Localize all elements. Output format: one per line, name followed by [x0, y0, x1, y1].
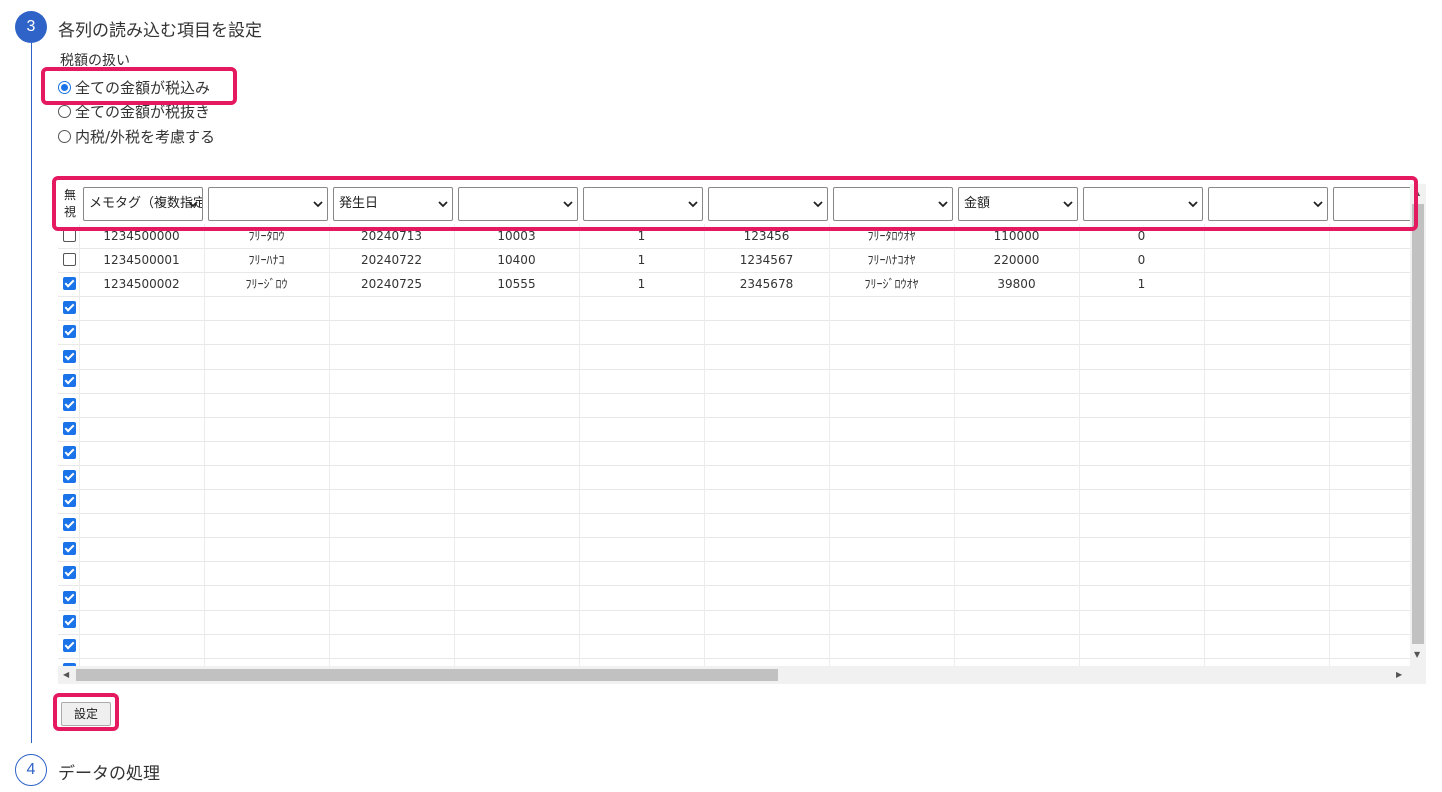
table-cell: 39800: [997, 277, 1036, 291]
horizontal-scrollbar[interactable]: ◀ ▶: [58, 666, 1426, 684]
column-divider: [579, 224, 580, 666]
scroll-right-arrow-icon[interactable]: ▶: [1396, 670, 1402, 679]
table-cell: 10400: [497, 253, 536, 267]
table-row: [58, 489, 1410, 514]
ignore-checkbox[interactable]: [63, 446, 76, 459]
radio-consider-tax-type[interactable]: 内税/外税を考慮する: [58, 126, 215, 147]
table-cell: ﾌﾘｰｼﾞﾛｳｵﾔ: [864, 277, 919, 291]
table-cell: 0: [1137, 253, 1146, 267]
table-row: [58, 393, 1410, 418]
step-3-title: 各列の読み込む項目を設定: [58, 21, 262, 41]
table-row: [58, 586, 1410, 611]
ignore-checkbox[interactable]: [63, 422, 76, 435]
scroll-left-arrow-icon[interactable]: ◀: [63, 670, 69, 679]
table-cell: 1234500002: [103, 277, 180, 291]
table-row: [58, 417, 1410, 442]
table-cell: 1234500001: [103, 253, 180, 267]
horizontal-scroll-thumb[interactable]: [76, 669, 778, 681]
table-row: 1234500001 ﾌﾘｰﾊﾅｺ 20240722 10400 1 1234567 ﾌﾘｰ…: [58, 248, 1410, 273]
column-divider: [1329, 224, 1330, 666]
grid-body: 1234500000 ﾌﾘｰﾀﾛｳ 20240713 10003 1 123456 ﾌﾘｰﾀ…: [58, 224, 1410, 666]
column-divider: [204, 224, 205, 666]
table-cell: 1: [637, 253, 646, 267]
table-row: [58, 296, 1410, 321]
column-mapping-grid: 無 視 メモタグ（複数指定可）発生日金額 1234500000ﾌﾘｰﾀﾛｳ202…: [58, 184, 1426, 684]
vertical-scroll-thumb[interactable]: [1412, 204, 1424, 644]
ignore-checkbox[interactable]: [63, 470, 76, 483]
column-divider: [954, 224, 955, 666]
ignore-checkbox[interactable]: [63, 253, 76, 266]
column-divider: [454, 224, 455, 666]
radio-label: 内税/外税を考慮する: [75, 128, 216, 146]
table-row: 1234500002 ﾌﾘｰｼﾞﾛｳ 20240725 10555 1 2345678 ﾌﾘ…: [58, 272, 1410, 297]
step-4-circle: 4: [15, 754, 47, 786]
table-row: [58, 441, 1410, 466]
table-row: [58, 561, 1410, 586]
table-row: [58, 465, 1410, 490]
table-row: [58, 513, 1410, 538]
column-divider: [704, 224, 705, 666]
ignore-checkbox[interactable]: [63, 566, 76, 579]
table-cell: 1: [1137, 277, 1146, 291]
radio-button-icon[interactable]: [58, 105, 71, 118]
column-divider: [329, 224, 330, 666]
table-cell: 220000: [993, 253, 1040, 267]
table-cell: 1: [637, 277, 646, 291]
ignore-checkbox[interactable]: [63, 542, 76, 555]
table-cell: 1234567: [739, 253, 794, 267]
table-cell: 10555: [497, 277, 536, 291]
set-button[interactable]: 設定: [61, 702, 111, 726]
step-connector-line: [31, 43, 32, 743]
ignore-checkbox[interactable]: [63, 277, 76, 290]
step-3-circle: 3: [15, 11, 47, 43]
table-cell: 20240722: [360, 253, 423, 267]
column-divider: [1204, 224, 1205, 666]
table-row: [58, 345, 1410, 370]
table-row: [58, 610, 1410, 635]
table-cell: ﾌﾘｰﾊﾅｺｵﾔ: [867, 253, 916, 267]
ignore-checkbox[interactable]: [63, 518, 76, 531]
column-divider: [1079, 224, 1080, 666]
column-select-highlight: [52, 176, 1418, 231]
ignore-checkbox[interactable]: [63, 494, 76, 507]
table-row: [58, 320, 1410, 345]
radio-button-icon[interactable]: [58, 130, 71, 143]
table-row: [58, 658, 1410, 666]
ignore-checkbox[interactable]: [63, 398, 76, 411]
ignore-checkbox[interactable]: [63, 374, 76, 387]
ignore-checkbox[interactable]: [63, 639, 76, 652]
column-divider: [829, 224, 830, 666]
table-row: [58, 537, 1410, 562]
ignore-checkbox[interactable]: [63, 301, 76, 314]
vertical-scrollbar[interactable]: ▲ ▼: [1410, 184, 1426, 666]
ignore-checkbox[interactable]: [63, 591, 76, 604]
ignore-checkbox[interactable]: [63, 615, 76, 628]
step-4-title: データの処理: [58, 764, 160, 784]
table-cell: ﾌﾘｰﾊﾅｺ: [248, 253, 285, 267]
table-cell: 20240725: [360, 277, 423, 291]
tax-option-highlight: [41, 67, 237, 105]
table-cell: ﾌﾘｰｼﾞﾛｳ: [245, 277, 288, 291]
table-cell: 2345678: [739, 277, 794, 291]
ignore-checkbox[interactable]: [63, 350, 76, 363]
column-divider: [79, 224, 80, 666]
table-row: [58, 634, 1410, 659]
scroll-down-arrow-icon[interactable]: ▼: [1414, 650, 1420, 659]
table-row: [58, 369, 1410, 394]
ignore-checkbox[interactable]: [63, 325, 76, 338]
